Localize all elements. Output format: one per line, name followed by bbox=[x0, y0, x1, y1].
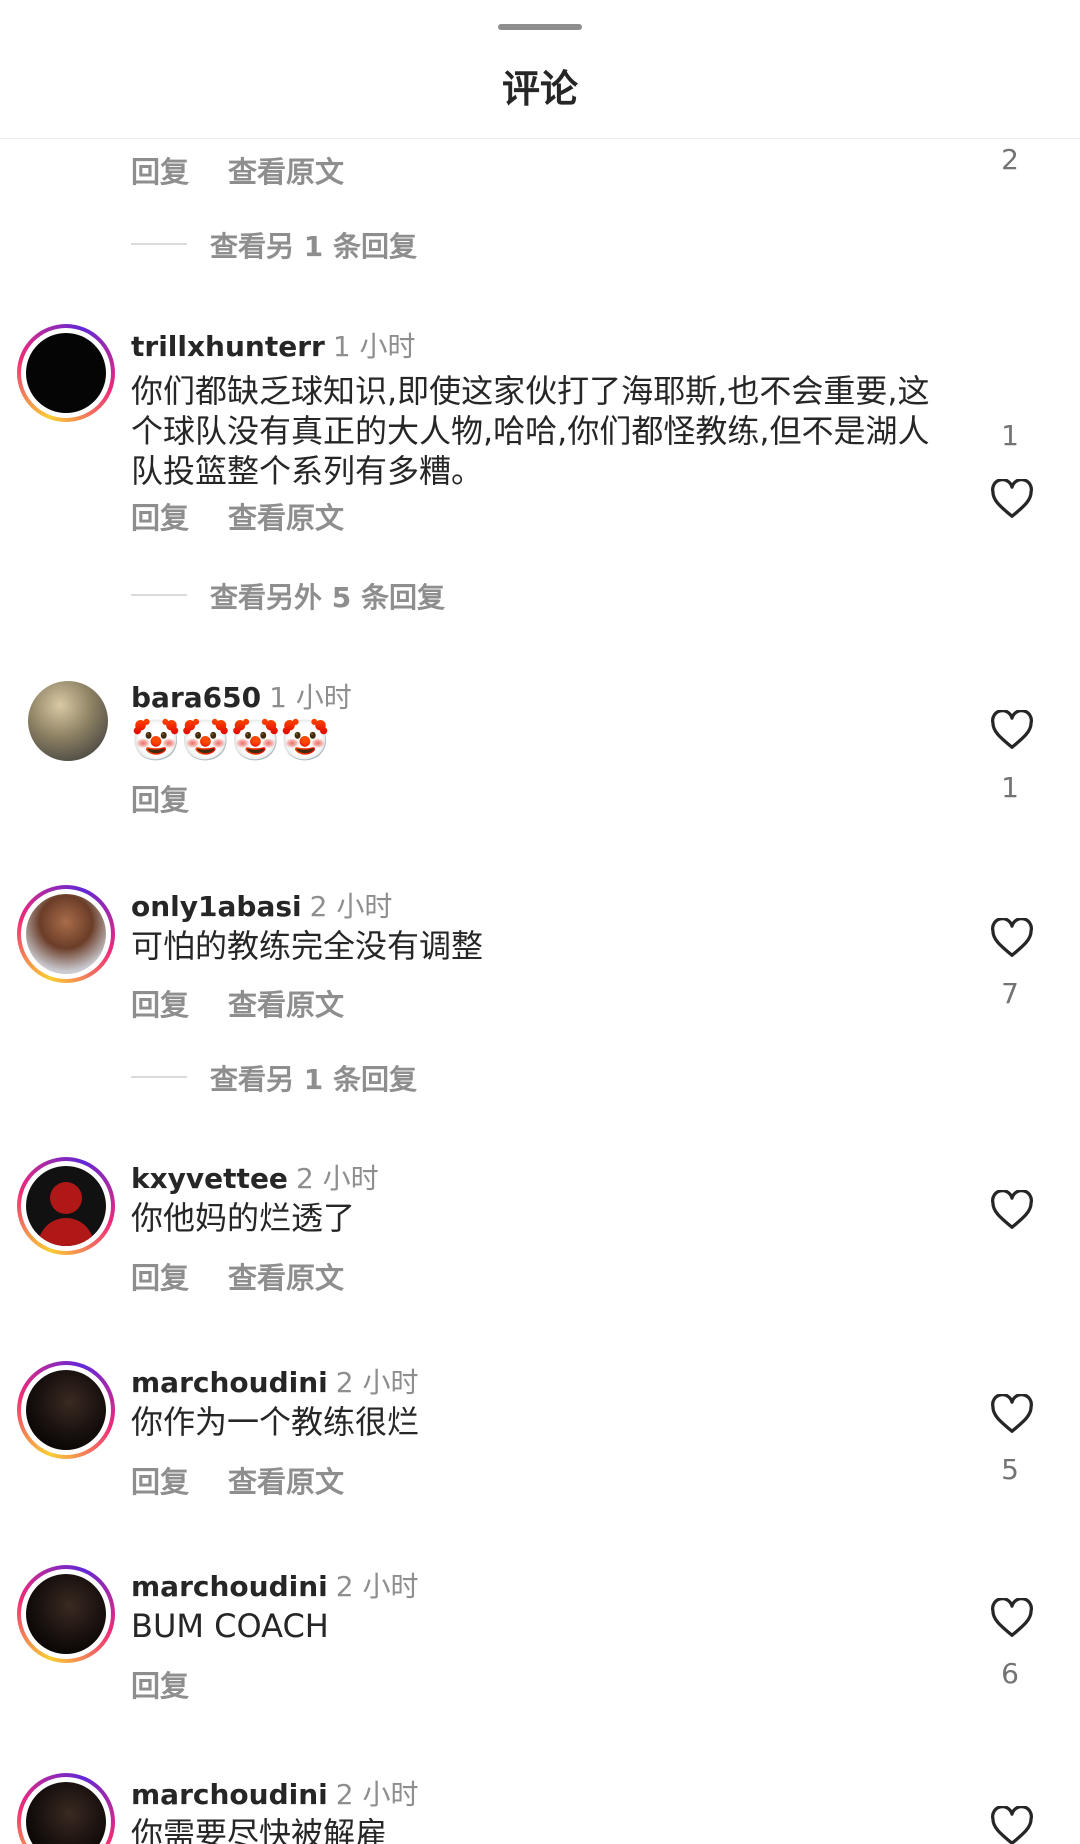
see-translation-button[interactable]: 查看原文 bbox=[228, 495, 344, 537]
username[interactable]: marchoudini bbox=[131, 1778, 328, 1811]
drag-handle[interactable] bbox=[498, 24, 582, 30]
username[interactable]: marchoudini bbox=[131, 1570, 328, 1603]
like-count: 1 bbox=[1001, 771, 1019, 804]
comment-text: 你需要尽快被解雇 bbox=[131, 1815, 388, 1844]
reply-button[interactable]: 回复 bbox=[131, 149, 189, 191]
see-translation-button[interactable]: 查看原文 bbox=[228, 1255, 344, 1297]
comment-text: 你们都缺乏球知识,即使这家伙打了海耶斯,也不会重要,这个球队没有真正的大人物,哈… bbox=[131, 372, 930, 490]
username[interactable]: only1abasi bbox=[131, 890, 302, 923]
comment-header: trillxhunterr 1 小时 bbox=[131, 325, 416, 365]
like-count: 2 bbox=[1001, 143, 1019, 176]
reply-button[interactable]: 回复 bbox=[131, 1255, 189, 1297]
comment-text: 你他妈的烂透了 bbox=[131, 1199, 356, 1237]
comment-header: bara650 1 小时 bbox=[131, 676, 352, 716]
comments-sheet: 评论 回复 查看原文 2 查看另 1 条回复 trillxhunterr 1 小时… bbox=[0, 0, 1080, 1844]
view-replies-button[interactable]: 查看另 1 条回复 bbox=[210, 1058, 417, 1098]
like-count: 6 bbox=[1001, 1657, 1019, 1690]
comment-text: 你作为一个教练很烂 bbox=[131, 1403, 420, 1441]
avatar[interactable] bbox=[17, 885, 115, 983]
timestamp: 2 小时 bbox=[335, 1778, 419, 1811]
like-count: 1 bbox=[1001, 419, 1019, 452]
username[interactable]: marchoudini bbox=[131, 1366, 328, 1399]
avatar[interactable] bbox=[17, 1157, 115, 1255]
comment-header: marchoudini 2 小时 bbox=[131, 1361, 418, 1401]
comment-header: marchoudini 2 小时 bbox=[131, 1565, 418, 1605]
page-title: 评论 bbox=[501, 67, 578, 111]
comment-header: only1abasi 2 小时 bbox=[131, 885, 392, 925]
comment-text: 可怕的教练完全没有调整 bbox=[131, 927, 484, 965]
avatar[interactable] bbox=[28, 681, 108, 761]
like-count: 7 bbox=[1001, 977, 1019, 1010]
avatar[interactable] bbox=[17, 1773, 115, 1844]
avatar[interactable] bbox=[17, 1565, 115, 1663]
heart-outline-icon[interactable] bbox=[990, 1190, 1034, 1230]
comment-text: 🤡🤡🤡🤡 bbox=[131, 718, 331, 764]
timestamp: 2 小时 bbox=[335, 1570, 419, 1603]
heart-outline-icon[interactable] bbox=[990, 1598, 1034, 1638]
reply-button[interactable]: 回复 bbox=[131, 982, 189, 1024]
reply-button[interactable]: 回复 bbox=[131, 1663, 189, 1705]
see-translation-button[interactable]: 查看原文 bbox=[228, 149, 344, 191]
reply-button[interactable]: 回复 bbox=[131, 1459, 189, 1501]
comment-header: kxyvettee 2 小时 bbox=[131, 1157, 379, 1197]
heart-outline-icon[interactable] bbox=[990, 710, 1034, 750]
comment-list[interactable]: 回复 查看原文 2 查看另 1 条回复 trillxhunterr 1 小时 你们… bbox=[0, 139, 1080, 1844]
reply-button[interactable]: 回复 bbox=[131, 495, 189, 537]
replies-divider bbox=[131, 243, 187, 245]
replies-divider bbox=[131, 594, 187, 596]
heart-outline-icon[interactable] bbox=[990, 1394, 1034, 1434]
comment-header: marchoudini 2 小时 bbox=[131, 1773, 418, 1813]
heart-outline-icon[interactable] bbox=[990, 479, 1034, 519]
comment-text: BUM COACH bbox=[131, 1607, 329, 1645]
timestamp: 2 小时 bbox=[295, 1162, 379, 1195]
view-replies-button[interactable]: 查看另外 5 条回复 bbox=[210, 576, 445, 616]
username[interactable]: bara650 bbox=[131, 681, 261, 714]
replies-divider bbox=[131, 1076, 187, 1078]
avatar[interactable] bbox=[17, 1361, 115, 1459]
timestamp: 1 小时 bbox=[269, 681, 352, 714]
see-translation-button[interactable]: 查看原文 bbox=[228, 1459, 344, 1501]
sheet-header: 评论 bbox=[0, 0, 1080, 139]
timestamp: 2 小时 bbox=[335, 1366, 419, 1399]
heart-outline-icon[interactable] bbox=[990, 1806, 1034, 1844]
username[interactable]: trillxhunterr bbox=[131, 330, 325, 363]
timestamp: 1 小时 bbox=[332, 330, 416, 363]
like-count: 5 bbox=[1001, 1453, 1019, 1486]
username[interactable]: kxyvettee bbox=[131, 1162, 288, 1195]
view-replies-button[interactable]: 查看另 1 条回复 bbox=[210, 225, 417, 265]
heart-outline-icon[interactable] bbox=[990, 918, 1034, 958]
reply-button[interactable]: 回复 bbox=[131, 777, 189, 819]
timestamp: 2 小时 bbox=[309, 890, 393, 923]
see-translation-button[interactable]: 查看原文 bbox=[228, 982, 344, 1024]
avatar[interactable] bbox=[17, 324, 115, 422]
